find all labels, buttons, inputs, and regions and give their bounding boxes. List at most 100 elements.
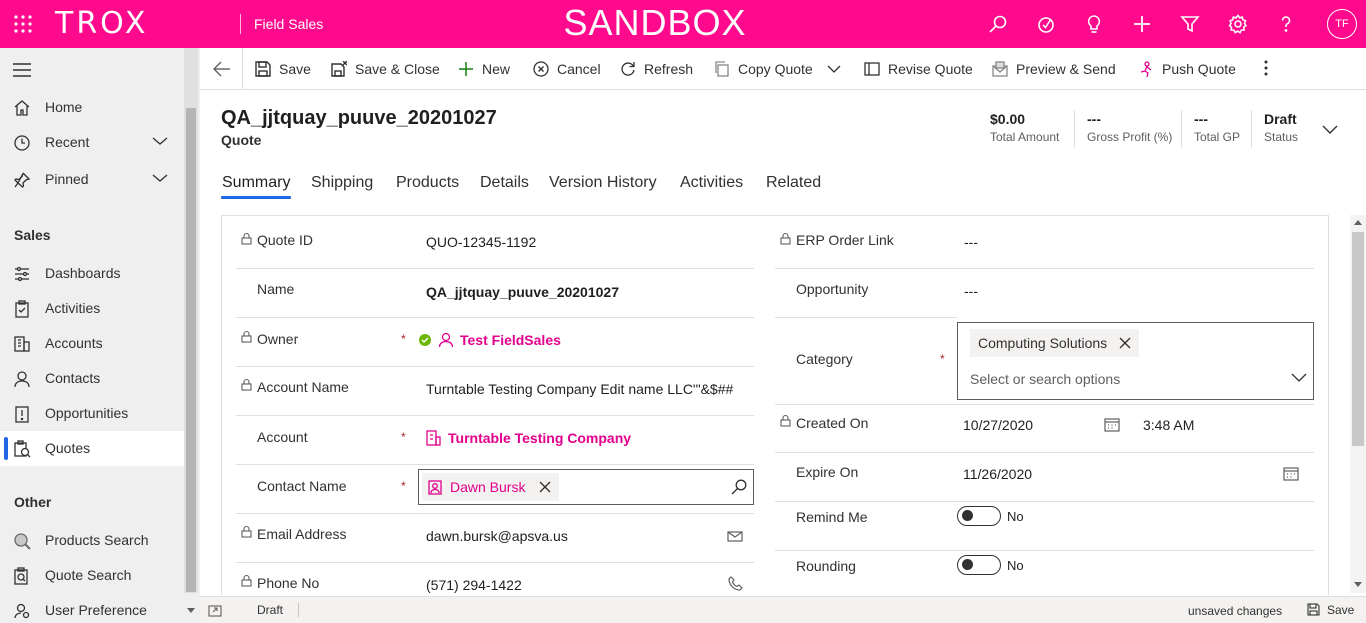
sidebar-item-contacts[interactable]: Contacts <box>0 361 184 396</box>
sidebar-item-products-search[interactable]: Products Search <box>0 523 184 558</box>
lightbulb-icon[interactable] <box>1070 12 1118 36</box>
name-field[interactable]: QA_jjtquay_puuve_20201027 <box>426 284 619 300</box>
expire-on-date[interactable]: 11/26/2020 <box>963 466 1032 482</box>
divider <box>242 48 243 90</box>
tab-activities[interactable]: Activities <box>680 174 743 192</box>
push-quote-button[interactable]: Push Quote <box>1138 58 1236 80</box>
sidebar-item-dashboards[interactable]: Dashboards <box>0 256 184 291</box>
copy-quote-button[interactable]: Copy Quote <box>714 58 841 80</box>
phone-call-icon[interactable] <box>728 576 743 591</box>
sidebar-item-recent[interactable]: Recent <box>0 125 184 160</box>
help-icon[interactable] <box>1262 12 1310 36</box>
cancel-icon <box>533 61 549 77</box>
plus-icon <box>458 61 474 77</box>
lock-icon <box>241 525 252 538</box>
footer-save-button[interactable]: Save <box>1327 603 1354 617</box>
sidebar-item-pinned[interactable]: Pinned <box>0 162 184 197</box>
chevron-down-icon[interactable] <box>152 173 168 183</box>
contact-lookup[interactable]: Dawn Bursk <box>418 469 754 505</box>
new-button[interactable]: New <box>458 58 510 80</box>
clock-icon <box>13 134 31 152</box>
rounding-toggle[interactable] <box>957 555 1001 575</box>
back-arrow-icon[interactable] <box>213 61 231 77</box>
task-icon[interactable] <box>1022 12 1070 36</box>
lock-icon <box>241 574 252 587</box>
category-multiselect[interactable]: Computing Solutions Select or search opt… <box>957 322 1314 400</box>
required-indicator: * <box>401 430 406 444</box>
quote-id-label: Quote ID <box>257 232 314 248</box>
search-icon[interactable] <box>974 12 1022 36</box>
sidebar-item-label: Accounts <box>45 335 103 351</box>
globe-search-icon <box>13 532 31 550</box>
divider <box>775 317 957 318</box>
open-in-new-window-icon[interactable] <box>208 604 222 617</box>
email-label: Email Address <box>257 526 347 542</box>
filter-icon[interactable] <box>1166 12 1214 36</box>
divider <box>775 268 1314 269</box>
chevron-down-icon[interactable] <box>1291 373 1307 383</box>
contact-chip[interactable]: Dawn Bursk <box>422 473 560 501</box>
chevron-down-icon[interactable] <box>152 136 168 146</box>
sidebar-item-label: Contacts <box>45 370 101 386</box>
scroll-up-arrow-icon[interactable] <box>1354 220 1362 226</box>
header-field-label: Gross Profit (%) <box>1087 130 1173 144</box>
save-button[interactable]: Save <box>255 58 311 80</box>
sidebar-item-user-preference[interactable]: User Preference <box>0 593 184 623</box>
tab-shipping[interactable]: Shipping <box>311 174 373 192</box>
more-options-icon[interactable] <box>1264 60 1268 76</box>
rounding-value: No <box>1007 558 1024 573</box>
sidebar-scrollbar-thumb[interactable] <box>186 108 196 592</box>
cancel-button[interactable]: Cancel <box>533 58 601 80</box>
expire-on-label: Expire On <box>796 464 859 480</box>
app-name[interactable]: Field Sales <box>254 16 323 32</box>
opportunity-value[interactable]: --- <box>964 283 978 299</box>
save-close-button[interactable]: Save & Close <box>331 58 440 80</box>
sidebar-item-activities[interactable]: Activities <box>0 291 184 326</box>
send-email-icon[interactable] <box>727 530 743 542</box>
remove-icon[interactable] <box>1119 337 1131 349</box>
sidebar-item-home[interactable]: Home <box>0 90 184 125</box>
sidebar-item-quote-search[interactable]: Quote Search <box>0 558 184 593</box>
search-icon[interactable] <box>731 479 747 495</box>
tab-details[interactable]: Details <box>480 174 529 192</box>
header-field-value: --- <box>1087 111 1101 127</box>
header-field-value: --- <box>1194 111 1208 127</box>
account-name-value: Turntable Testing Company Edit name LLC'… <box>426 381 734 397</box>
remind-me-toggle[interactable] <box>957 506 1001 526</box>
tab-version-history[interactable]: Version History <box>549 174 657 192</box>
remove-icon[interactable] <box>539 481 551 493</box>
hamburger-menu-icon[interactable] <box>13 63 31 77</box>
divider <box>775 404 1314 405</box>
record-title: QA_jjtquay_puuve_20201027 <box>221 107 497 129</box>
header-field-total-gp: --- Total GP <box>1194 111 1240 144</box>
category-search-input[interactable]: Select or search options <box>970 371 1120 387</box>
owner-link[interactable]: Test FieldSales <box>460 332 561 348</box>
plus-icon[interactable] <box>1118 12 1166 36</box>
tab-related[interactable]: Related <box>766 174 821 192</box>
tab-products[interactable]: Products <box>396 174 459 192</box>
header-field-total-amount: $0.00 Total Amount <box>990 111 1059 144</box>
phone-value: (571) 294-1422 <box>426 577 522 593</box>
scroll-down-arrow-icon[interactable] <box>187 608 195 614</box>
revise-quote-button[interactable]: Revise Quote <box>864 58 973 80</box>
chevron-down-icon[interactable] <box>827 65 841 73</box>
app-launcher-icon[interactable] <box>13 14 33 34</box>
form-scrollbar-thumb[interactable] <box>1352 232 1364 446</box>
contact-chip-label: Dawn Bursk <box>450 479 526 495</box>
account-link[interactable]: Turntable Testing Company <box>448 430 631 446</box>
gear-icon[interactable] <box>1214 12 1262 36</box>
sidebar-section-sales: Sales <box>14 227 51 243</box>
calendar-icon[interactable] <box>1283 466 1299 481</box>
category-chip[interactable]: Computing Solutions <box>970 329 1140 357</box>
sidebar-item-quotes[interactable]: Quotes <box>0 431 184 466</box>
refresh-button[interactable]: Refresh <box>620 58 693 80</box>
command-bar: Save Save & Close New Cancel Refresh Cop… <box>200 48 1366 90</box>
user-avatar[interactable]: TF <box>1327 9 1357 39</box>
preview-send-button[interactable]: Preview & Send <box>992 58 1116 80</box>
tab-summary[interactable]: Summary <box>222 174 290 192</box>
scroll-down-arrow-icon[interactable] <box>1354 582 1362 588</box>
sidebar-item-accounts[interactable]: Accounts <box>0 326 184 361</box>
sidebar-item-opportunities[interactable]: Opportunities <box>0 396 184 431</box>
header-expand-chevron-icon[interactable] <box>1322 125 1338 135</box>
sidebar-item-label: Quote Search <box>45 567 132 583</box>
